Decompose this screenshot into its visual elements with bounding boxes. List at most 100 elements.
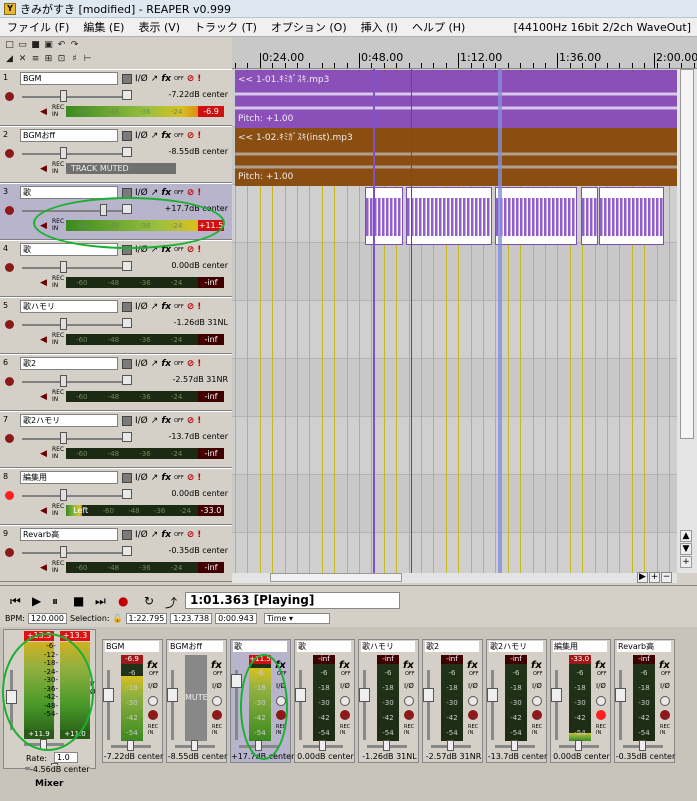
volume-fader-knob[interactable] [60, 432, 67, 444]
phase-icon[interactable] [468, 696, 478, 706]
env-icon[interactable]: ↗ [151, 130, 159, 142]
track-header[interactable]: 1 BGM I/Ø ↗ fx OFF ⊘! -7.22dB center ◀ REC IN -60 -… [0, 69, 232, 126]
volume-fader[interactable] [22, 153, 122, 155]
strip-fader-knob[interactable] [615, 688, 626, 702]
mute-icon[interactable]: ⊘ [187, 472, 195, 484]
folder-icon[interactable] [122, 302, 132, 312]
record-arm-button[interactable] [404, 710, 414, 720]
io-button[interactable]: I/Ø [135, 130, 148, 142]
strip-fader[interactable] [487, 670, 498, 740]
strip-fader-knob[interactable] [423, 688, 434, 702]
strip-fader-knob[interactable] [295, 688, 306, 702]
scroll-thumb[interactable] [270, 573, 402, 582]
horizontal-scrollbar[interactable] [232, 573, 677, 583]
repeat-icon[interactable]: ↻ [144, 594, 154, 608]
record-arm-button[interactable] [468, 710, 478, 720]
zoom-out-icon[interactable]: − [661, 572, 672, 583]
strip-name[interactable]: 歌 [233, 641, 287, 652]
play-icon[interactable]: ▶ [32, 594, 41, 608]
track-lane[interactable] [232, 417, 677, 475]
fx-button[interactable]: fx [161, 301, 171, 313]
ripple-edit-icon[interactable]: ≡ [30, 54, 41, 65]
item-grouping-icon[interactable]: ⊞ [43, 54, 54, 65]
fx-button[interactable]: fx [595, 660, 606, 671]
track-lane[interactable] [232, 301, 677, 359]
mixer-strip[interactable]: Revarb高 -6 -18 -30 -42 -54 -inf fx OFF I/Ø REC IN -… [614, 639, 675, 763]
fx-button[interactable]: fx [531, 660, 542, 671]
solo-icon[interactable]: ! [197, 415, 201, 427]
io-button[interactable]: I/Ø [135, 73, 148, 85]
io-button[interactable]: I/Ø [135, 358, 148, 370]
zoom-in-icon[interactable]: + [649, 572, 660, 583]
volume-fader-knob[interactable] [60, 375, 67, 387]
snap-icon[interactable]: ⊡ [56, 54, 67, 65]
fx-button[interactable]: fx [161, 472, 171, 484]
open-project-icon[interactable]: ▭ [17, 40, 28, 51]
folder-icon[interactable] [122, 131, 132, 141]
timeline-ruler[interactable]: 0:24.00 0:48.00 1:12.00 1:36.00 2:00.00 [232, 37, 697, 69]
solo-icon[interactable]: ! [197, 472, 201, 484]
track-name-field[interactable]: BGMおff [20, 129, 118, 142]
volume-fader-knob[interactable] [60, 489, 67, 501]
pan-knob[interactable] [122, 261, 132, 271]
strip-name[interactable]: 歌2ハモリ [489, 641, 543, 652]
record-arm-button[interactable] [660, 710, 670, 720]
record-arm-button[interactable] [5, 491, 14, 500]
strip-fader-knob[interactable] [231, 674, 242, 688]
mute-icon[interactable]: ⊘ [187, 301, 195, 313]
vertical-scrollbar[interactable] [677, 69, 697, 573]
strip-fader[interactable] [551, 670, 562, 740]
fx-button[interactable]: fx [659, 660, 670, 671]
cursor-mode-icon[interactable]: ⤴ [165, 594, 177, 611]
strip-pan[interactable] [367, 740, 407, 751]
undo-icon[interactable]: ↶ [56, 40, 67, 51]
io-button[interactable]: I/Ø [148, 682, 158, 690]
volume-fader-knob[interactable] [60, 147, 67, 159]
folder-icon[interactable] [122, 416, 132, 426]
media-item-bgm-off[interactable]: << 1-02.ｷﾐｶﾞｽｷ(inst).mp3 Pitch: +1.00 [235, 128, 677, 186]
fx-button[interactable]: fx [467, 660, 478, 671]
record-arm-button[interactable] [5, 206, 14, 215]
pan-knob[interactable] [122, 432, 132, 442]
media-item-vocal[interactable] [599, 187, 664, 245]
strip-pan-knob[interactable] [447, 740, 454, 751]
strip-fader[interactable] [167, 670, 178, 740]
volume-fader-knob[interactable] [60, 546, 67, 558]
fx-button[interactable]: fx [161, 130, 171, 142]
strip-pan-knob[interactable] [127, 740, 134, 751]
volume-fader[interactable] [22, 267, 122, 269]
strip-name[interactable]: 編集用 [553, 641, 607, 652]
solo-icon[interactable]: ! [197, 529, 201, 541]
grid-icon[interactable]: ♯ [69, 54, 80, 65]
phase-icon[interactable] [148, 696, 158, 706]
strip-name[interactable]: BGMおff [169, 641, 223, 652]
phase-icon[interactable] [532, 696, 542, 706]
strip-name[interactable]: 歌 [297, 641, 351, 652]
phase-icon[interactable] [212, 696, 222, 706]
io-button[interactable]: I/Ø [135, 415, 148, 427]
track-lane[interactable] [232, 533, 677, 573]
go-start-icon[interactable]: ⏮ [10, 594, 21, 609]
menu-item[interactable]: 表示 (V) [131, 19, 187, 35]
mixer-strip[interactable]: 歌2ハモリ -6 -18 -30 -42 -54 -inf fx OFF I/Ø REC IN -13… [486, 639, 547, 763]
strip-name[interactable]: 歌2 [425, 641, 479, 652]
record-arm-button[interactable] [5, 434, 14, 443]
fx-button[interactable]: fx [161, 529, 171, 541]
pan-knob[interactable] [122, 489, 132, 499]
record-arm-button[interactable] [340, 710, 350, 720]
io-button[interactable]: I/Ø [404, 682, 414, 690]
stop-icon[interactable]: ■ [73, 594, 84, 608]
project-settings-icon[interactable]: ▣ [43, 40, 54, 51]
pan-knob[interactable] [122, 147, 132, 157]
media-item-vocal[interactable] [581, 187, 598, 245]
strip-pan[interactable] [623, 740, 663, 751]
solo-icon[interactable]: ! [197, 73, 201, 85]
strip-pan[interactable] [175, 740, 215, 751]
selection-end-field[interactable]: 1:23.738 [170, 613, 213, 624]
arrange-view[interactable]: << 1-01.ｷﾐｶﾞｽｷ.mp3 Pitch: +1.00 << 1-02.… [232, 69, 677, 573]
metronome-icon[interactable]: ◢ [4, 54, 15, 65]
track-header[interactable]: 7 歌2ハモリ I/Ø ↗ fx OFF ⊘! -13.7dB center ◀ REC IN -6… [0, 411, 232, 468]
strip-name[interactable]: BGM [105, 641, 159, 652]
solo-icon[interactable]: ! [197, 130, 201, 142]
track-header[interactable]: 2 BGMおff I/Ø ↗ fx OFF ⊘! -8.55dB center ◀ REC IN T… [0, 126, 232, 183]
